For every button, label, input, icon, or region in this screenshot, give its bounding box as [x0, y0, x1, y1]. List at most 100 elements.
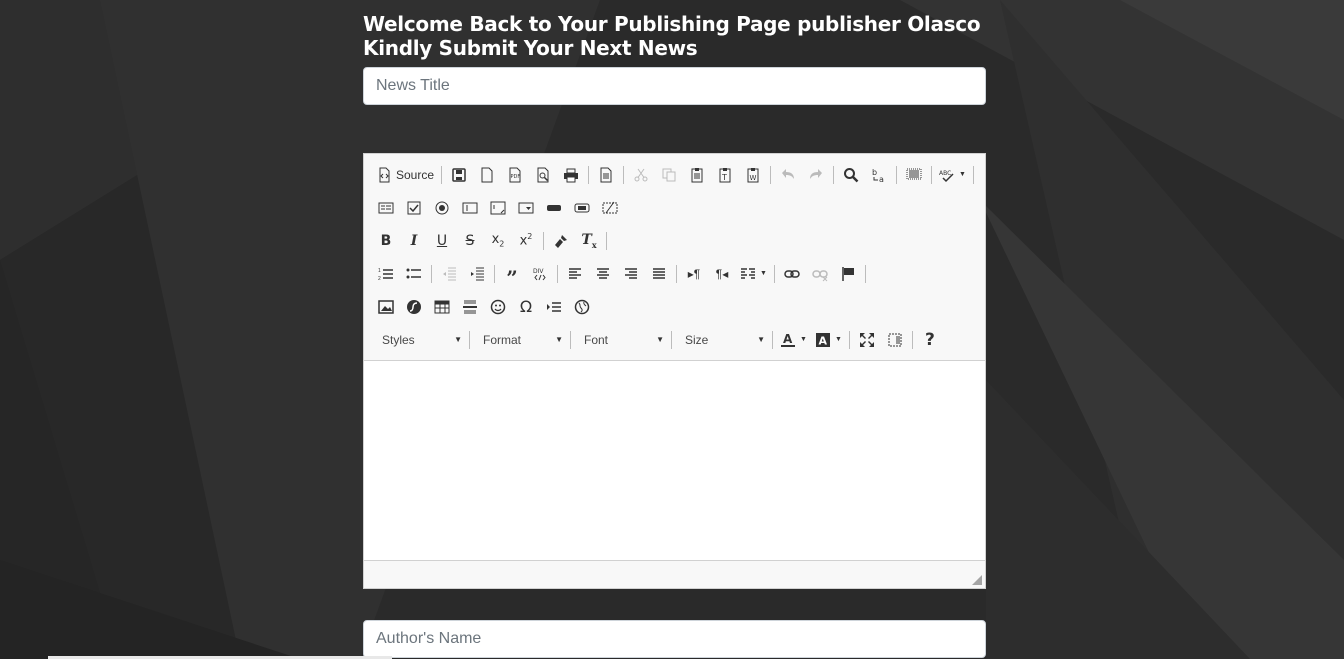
checkbox-icon: [407, 201, 421, 214]
justify-button[interactable]: [645, 262, 673, 286]
chevron-down-icon: ▼: [760, 270, 767, 277]
preview-icon: [537, 167, 549, 182]
hidden-field-button[interactable]: [596, 196, 624, 220]
select-all-button[interactable]: [900, 163, 928, 187]
language-button[interactable]: ▼: [736, 262, 771, 286]
bold-button[interactable]: B: [372, 229, 400, 253]
strikethrough-button[interactable]: S: [456, 229, 484, 253]
format-combo[interactable]: Format ▼: [473, 329, 567, 351]
subscript-button[interactable]: x2: [484, 229, 512, 253]
preview-button[interactable]: [529, 163, 557, 187]
toolbar-separator: [931, 165, 933, 184]
anchor-button[interactable]: [834, 262, 862, 286]
copy-format-button[interactable]: [547, 229, 575, 253]
bulleted-list-button[interactable]: [400, 262, 428, 286]
rich-text-editor: Source PDF T W b a ABC ▼ B I U S x2 x2 T…: [363, 153, 986, 589]
align-right-button[interactable]: [617, 262, 645, 286]
font-combo[interactable]: Font ▼: [574, 329, 668, 351]
paste-word-button[interactable]: W: [739, 163, 767, 187]
new-page-button[interactable]: [473, 163, 501, 187]
form-button-button[interactable]: [540, 196, 568, 220]
resize-handle-icon[interactable]: [972, 575, 982, 585]
news-title-input[interactable]: [363, 67, 986, 105]
text-field-button[interactable]: [456, 196, 484, 220]
iframe-button[interactable]: [568, 295, 596, 319]
radio-button[interactable]: [428, 196, 456, 220]
flash-button[interactable]: [400, 295, 428, 319]
templates-button[interactable]: [592, 163, 620, 187]
link-button[interactable]: [778, 262, 806, 286]
styles-combo[interactable]: Styles ▼: [372, 329, 466, 351]
show-blocks-button[interactable]: [881, 328, 909, 352]
toolbar-row-6: Styles ▼ Format ▼ Font ▼ Size ▼ A ▼ A ▼ …: [372, 323, 979, 356]
clipboard-icon: [691, 167, 703, 182]
superscript-button[interactable]: x2: [512, 229, 540, 253]
source-label: Source: [396, 167, 435, 182]
export-pdf-button[interactable]: PDF: [501, 163, 529, 187]
chevron-down-icon: ▼: [656, 335, 664, 344]
horizontal-line-button[interactable]: [456, 295, 484, 319]
textarea-icon: [490, 201, 506, 214]
unlink-button[interactable]: [806, 262, 834, 286]
align-right-icon: [625, 267, 637, 279]
text-color-button[interactable]: A ▼: [776, 328, 811, 352]
image-button-button[interactable]: [568, 196, 596, 220]
copy-button[interactable]: [655, 163, 683, 187]
cut-button[interactable]: [627, 163, 655, 187]
indent-button[interactable]: [463, 262, 491, 286]
align-left-button[interactable]: [561, 262, 589, 286]
toolbar-separator: [469, 330, 470, 349]
checkbox-button[interactable]: [400, 196, 428, 220]
save-button[interactable]: [445, 163, 473, 187]
outdent-button[interactable]: [435, 262, 463, 286]
author-name-input[interactable]: [363, 620, 986, 658]
toolbar-separator: [588, 165, 590, 184]
remove-format-button[interactable]: Tx: [575, 229, 603, 253]
maximize-button[interactable]: [853, 328, 881, 352]
redo-button[interactable]: [802, 163, 830, 187]
blockquote-button[interactable]: ”: [498, 262, 526, 288]
underline-icon: U: [436, 232, 448, 249]
find-button[interactable]: [837, 163, 865, 187]
smiley-button[interactable]: [484, 295, 512, 319]
div-container-button[interactable]: DIV: [526, 262, 554, 286]
print-button[interactable]: [557, 163, 585, 187]
flag-icon: [842, 266, 854, 281]
background-color-button[interactable]: A ▼: [811, 328, 846, 352]
radio-icon: [435, 201, 449, 214]
chevron-down-icon: ▼: [454, 335, 462, 344]
table-button[interactable]: [428, 295, 456, 319]
image-button-icon: [574, 203, 590, 212]
text-field-icon: [462, 202, 478, 213]
paste-text-icon: T: [719, 167, 731, 182]
size-combo[interactable]: Size ▼: [675, 329, 769, 351]
select-field-button[interactable]: [512, 196, 540, 220]
underline-button[interactable]: U: [428, 229, 456, 253]
numbered-list-icon: 12: [378, 268, 393, 282]
toolbar-separator: [770, 165, 772, 184]
help-button[interactable]: ?: [916, 328, 944, 352]
numbered-list-button[interactable]: 12: [372, 262, 400, 286]
editor-toolbar: Source PDF T W b a ABC ▼ B I U S x2 x2 T…: [364, 154, 985, 361]
form-button[interactable]: [372, 196, 400, 220]
special-char-button[interactable]: Ω: [512, 295, 540, 319]
page-break-button[interactable]: [540, 295, 568, 319]
replace-button[interactable]: ba: [865, 163, 893, 187]
globe-icon: [574, 299, 590, 314]
text-direction-rtl-button[interactable]: ¶◂: [708, 262, 736, 286]
text-direction-ltr-button[interactable]: ▸¶: [680, 262, 708, 286]
editor-content-area[interactable]: [364, 361, 985, 561]
toolbar-row-4: 12 ” DIV ▸¶ ¶◂ ▼: [372, 257, 979, 290]
italic-button[interactable]: I: [400, 229, 428, 253]
source-button[interactable]: Source: [372, 163, 438, 187]
svg-text:T: T: [721, 173, 727, 182]
link-icon: [784, 269, 800, 278]
align-center-button[interactable]: [589, 262, 617, 286]
textarea-button[interactable]: [484, 196, 512, 220]
spellcheck-button[interactable]: ABC ▼: [935, 163, 970, 187]
image-button[interactable]: [372, 295, 400, 319]
format-combo-label: Format: [483, 332, 522, 347]
undo-button[interactable]: [774, 163, 802, 187]
paste-text-button[interactable]: T: [711, 163, 739, 187]
paste-button[interactable]: [683, 163, 711, 187]
